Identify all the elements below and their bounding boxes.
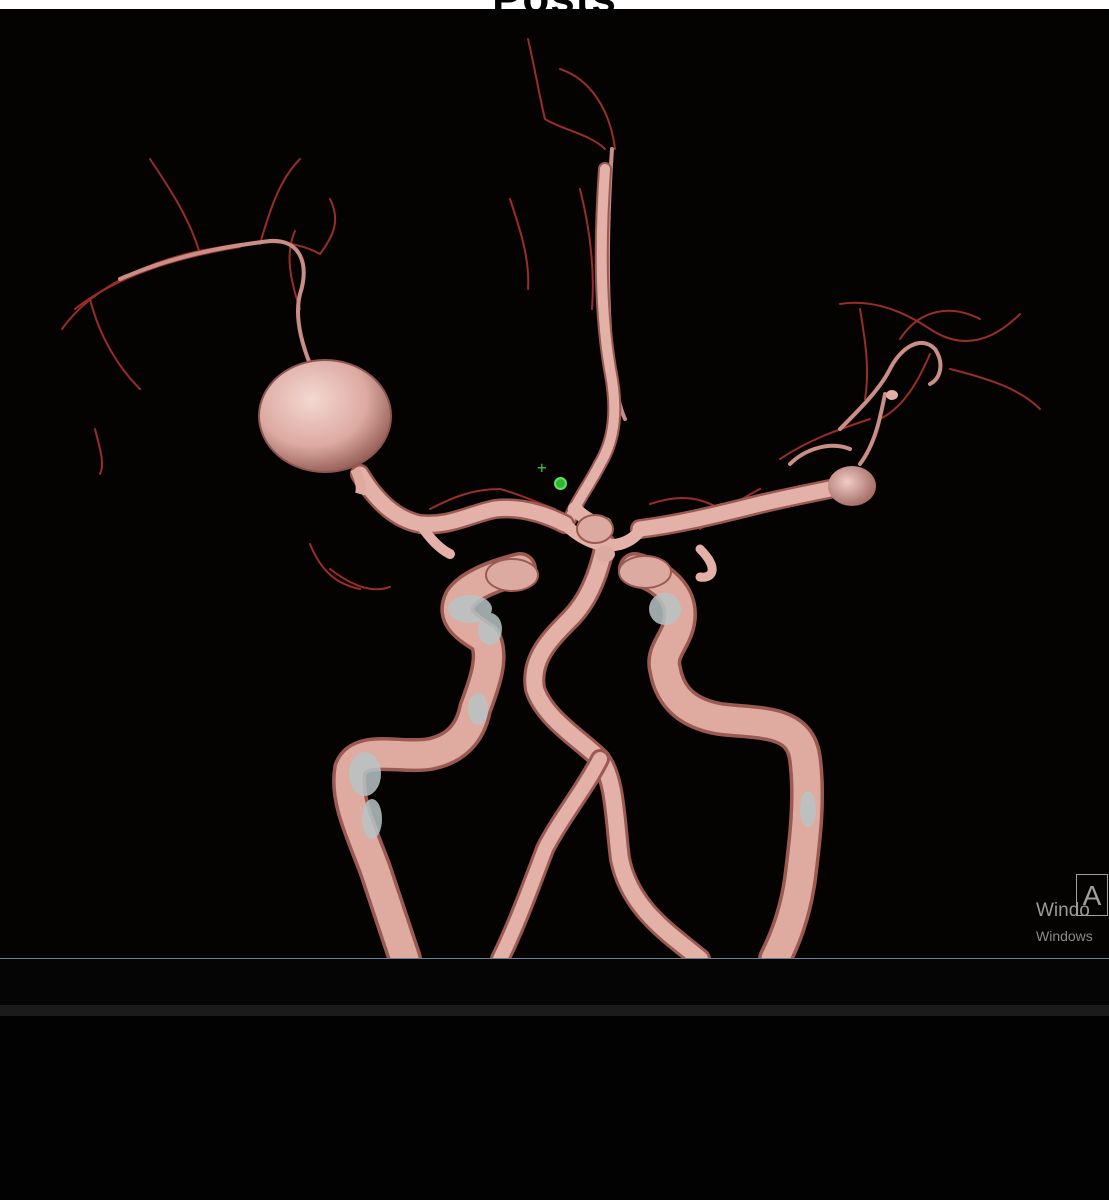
activation-watermark: A Windo Windows	[1036, 874, 1109, 950]
major-vessels	[332, 162, 850, 958]
bottom-panel	[0, 1016, 1109, 1200]
page-title: Posts	[0, 0, 1109, 9]
crosshair-marker-icon: +	[537, 458, 547, 477]
angiography-3d-viewport[interactable]: +	[0, 9, 1109, 958]
watermark-line-1: Windo	[1036, 900, 1090, 921]
small-vessels	[61, 38, 1041, 591]
target-marker-icon[interactable]	[554, 477, 567, 490]
status-band	[0, 959, 1109, 1005]
watermark-line-2: Windows	[1036, 928, 1093, 944]
medium-vessels	[118, 147, 943, 466]
header-bar: Posts	[0, 0, 1109, 9]
horizontal-scrollbar[interactable]	[0, 1005, 1109, 1016]
aneurysm-sac	[258, 359, 392, 473]
